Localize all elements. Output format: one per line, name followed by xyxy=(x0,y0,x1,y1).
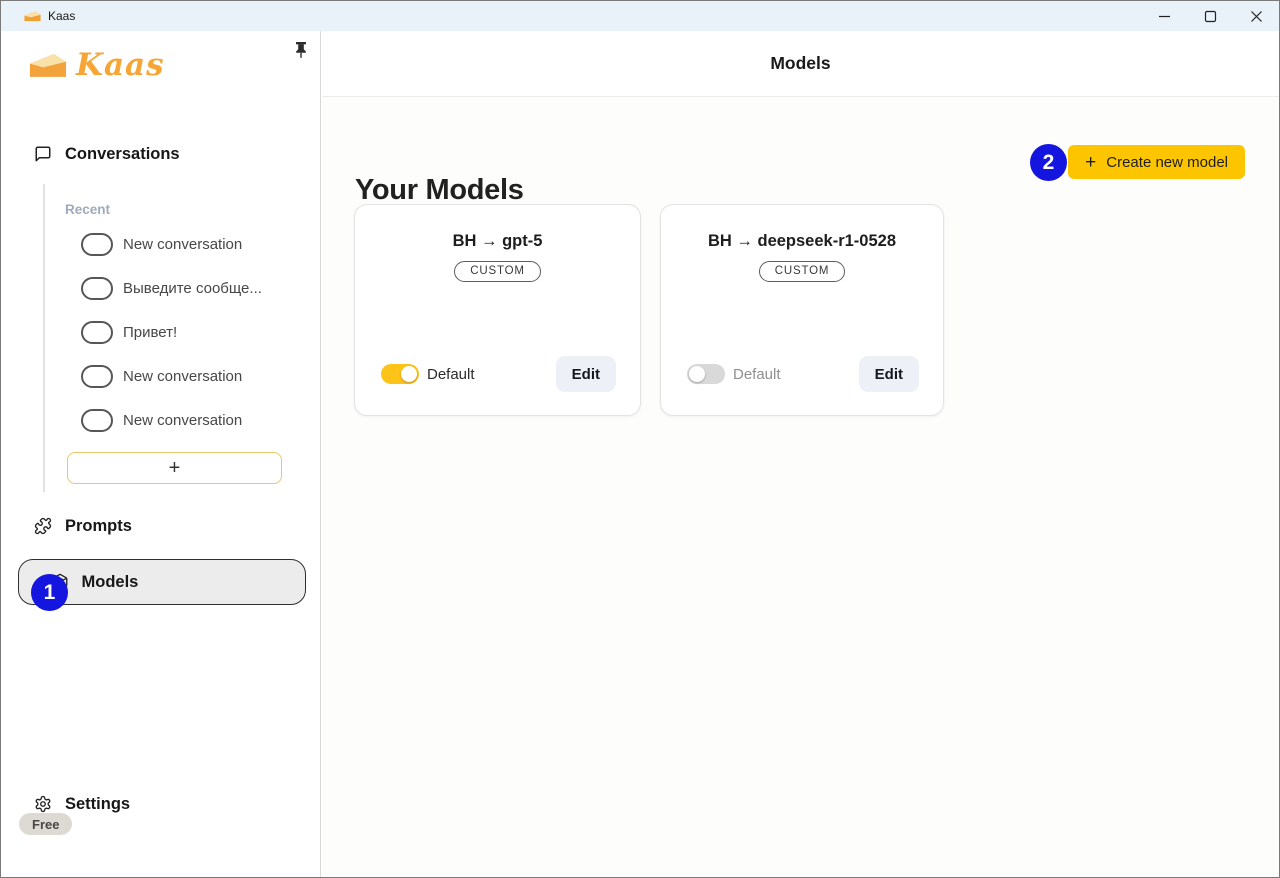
annotation-badge-1: 1 xyxy=(31,574,68,611)
pin-sidebar-button[interactable] xyxy=(290,39,312,61)
chat-bubble-icon xyxy=(34,145,52,163)
model-card-title: BH → gpt-5 xyxy=(355,232,640,251)
maximize-button[interactable] xyxy=(1187,1,1233,31)
conversation-avatar-icon xyxy=(81,409,113,432)
toggle-knob xyxy=(401,366,417,382)
puzzle-icon xyxy=(34,517,52,535)
custom-badge: CUSTOM xyxy=(759,261,845,282)
model-card-footer: Default Edit xyxy=(381,356,616,392)
titlebar: Kaas xyxy=(1,1,1279,31)
main-header-title: Models xyxy=(770,53,830,74)
minimize-icon xyxy=(1158,10,1171,23)
conversation-label: Привет! xyxy=(123,324,177,341)
model-card-title: BH → deepseek-r1-0528 xyxy=(661,232,943,251)
sidebar-item-prompts[interactable]: Prompts xyxy=(1,510,320,542)
conversation-item[interactable]: New conversation xyxy=(67,226,304,262)
recent-section-label: Recent xyxy=(65,202,110,217)
default-toggle-row: Default xyxy=(687,364,781,384)
conversation-avatar-icon xyxy=(81,321,113,344)
indent-guide xyxy=(43,184,45,492)
logo: Kaas xyxy=(29,45,292,85)
cheese-logo-icon xyxy=(29,52,67,79)
toggle-knob xyxy=(689,366,705,382)
window-title: Kaas xyxy=(48,9,75,23)
conversation-item[interactable]: New conversation xyxy=(67,358,304,394)
window-controls xyxy=(1141,1,1279,31)
conversation-item[interactable]: Привет! xyxy=(67,314,304,350)
default-toggle[interactable] xyxy=(687,364,725,384)
plus-icon: + xyxy=(169,457,181,480)
sidebar-item-label: Models xyxy=(82,573,139,592)
sidebar-item-label: Conversations xyxy=(65,145,180,164)
sidebar: Kaas Conversations Recent New conversati… xyxy=(1,31,321,877)
model-card: BH → gpt-5 CUSTOM Default Edit xyxy=(354,204,641,416)
conversation-label: New conversation xyxy=(123,236,242,253)
annotation-badge-2: 2 xyxy=(1030,144,1067,181)
main-area: Models Your Models + Create new model BH… xyxy=(322,31,1279,877)
main-header: Models xyxy=(322,31,1279,97)
default-toggle-label: Default xyxy=(427,366,475,383)
sidebar-item-label: Settings xyxy=(65,795,130,814)
conversation-avatar-icon xyxy=(81,233,113,256)
logo-text: Kaas xyxy=(76,50,165,81)
conversation-label: New conversation xyxy=(123,412,242,429)
model-card-footer: Default Edit xyxy=(687,356,919,392)
conversation-item[interactable]: Выведите сообще... xyxy=(67,270,304,306)
conversation-label: Выведите сообще... xyxy=(123,280,262,297)
sidebar-item-conversations[interactable]: Conversations xyxy=(1,138,320,170)
close-button[interactable] xyxy=(1233,1,1279,31)
create-new-model-button[interactable]: + Create new model xyxy=(1068,145,1245,179)
close-icon xyxy=(1250,10,1263,23)
plan-badge-label: Free xyxy=(32,817,59,832)
edit-model-button[interactable]: Edit xyxy=(859,356,919,392)
edit-model-button[interactable]: Edit xyxy=(556,356,616,392)
plan-badge: Free xyxy=(19,813,72,835)
default-toggle-label: Default xyxy=(733,366,781,383)
model-card: BH → deepseek-r1-0528 CUSTOM Default Edi… xyxy=(660,204,944,416)
conversation-label: New conversation xyxy=(123,368,242,385)
conversation-avatar-icon xyxy=(81,277,113,300)
minimize-button[interactable] xyxy=(1141,1,1187,31)
sidebar-item-label: Prompts xyxy=(65,517,132,536)
default-toggle[interactable] xyxy=(381,364,419,384)
app-window: Kaas Kaas xyxy=(0,0,1280,878)
cheese-app-icon xyxy=(24,10,41,23)
pin-icon xyxy=(294,42,308,58)
create-button-label: Create new model xyxy=(1106,154,1228,171)
default-toggle-row: Default xyxy=(381,364,475,384)
add-conversation-button[interactable]: + xyxy=(67,452,282,484)
conversation-avatar-icon xyxy=(81,365,113,388)
conversation-item[interactable]: New conversation xyxy=(67,402,304,438)
page-title: Your Models xyxy=(355,174,524,207)
custom-badge: CUSTOM xyxy=(454,261,540,282)
gear-icon xyxy=(34,795,52,813)
maximize-icon xyxy=(1204,10,1217,23)
plus-icon: + xyxy=(1085,153,1096,172)
